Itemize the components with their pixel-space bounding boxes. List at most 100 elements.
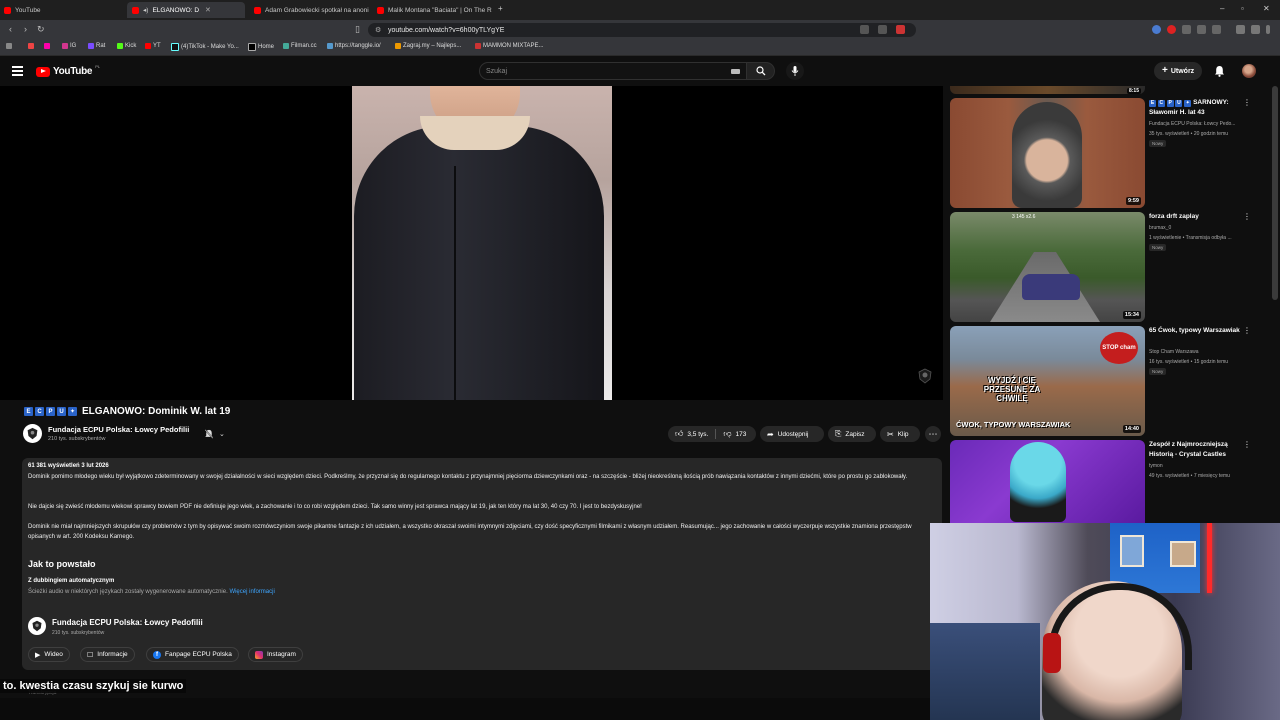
- account-avatar[interactable]: [1242, 64, 1256, 78]
- install-app-icon[interactable]: [860, 25, 869, 34]
- share-button[interactable]: ➦ Udostępnij: [760, 426, 824, 442]
- youtube-logo[interactable]: YouTube PL: [36, 64, 101, 77]
- bookmark-page-icon[interactable]: ▯: [355, 24, 360, 35]
- bookmark-kick[interactable]: Kick: [117, 43, 136, 49]
- related-thumbnail[interactable]: 8:15: [950, 86, 1145, 94]
- maximize-icon[interactable]: ▫: [1241, 4, 1244, 13]
- media-icon[interactable]: [1236, 25, 1245, 34]
- extension-icon[interactable]: [1152, 25, 1161, 34]
- scrollbar[interactable]: [1272, 86, 1278, 300]
- related-channel[interactable]: Fundacja ECPU Polska: Łowcy Pedo...: [1149, 120, 1254, 128]
- close-tab-icon[interactable]: ✕: [205, 6, 211, 14]
- more-options-icon[interactable]: ⋮: [1243, 326, 1251, 335]
- related-thumbnail[interactable]: 9:59: [950, 98, 1145, 208]
- reload-icon[interactable]: ↻: [37, 24, 45, 35]
- browser-tab[interactable]: YouTube: [4, 2, 124, 18]
- more-options-icon[interactable]: ⋮: [1243, 212, 1251, 221]
- notifications-bell-icon[interactable]: [1214, 65, 1225, 77]
- bookmark-tanggle[interactable]: https://tanggle.io/: [327, 43, 381, 49]
- bookmark-icon[interactable]: [44, 43, 50, 49]
- menu-dots-icon[interactable]: [1266, 25, 1270, 34]
- logo-country: PL: [95, 64, 101, 69]
- related-title[interactable]: 65 Ćwok, typowy Warszawiak: [1149, 326, 1244, 336]
- site-info-icon[interactable]: ⚙: [375, 26, 381, 34]
- forward-icon[interactable]: ›: [24, 24, 27, 34]
- minimize-icon[interactable]: –: [1220, 4, 1224, 13]
- new-tab-icon[interactable]: +: [498, 4, 503, 13]
- dislike-button[interactable]: 👎︎ 173: [723, 429, 746, 439]
- extension-icon[interactable]: [896, 25, 905, 34]
- bookmark-zagraj[interactable]: Zagraj.my – Najleps...: [395, 43, 461, 49]
- save-button[interactable]: ⎘ Zapisz: [828, 426, 876, 442]
- related-channel[interactable]: tymon: [1149, 462, 1254, 470]
- bookmark-label: https://tanggle.io/: [335, 43, 381, 49]
- channel-name[interactable]: Fundacja ECPU Polska: Łowcy Pedofilii: [52, 618, 203, 627]
- related-thumbnail[interactable]: STOP cham WYJDŹ I CIĘ PRZESUNĘ ZA CHWILĘ…: [950, 326, 1145, 436]
- bookmark-icon[interactable]: [28, 43, 34, 49]
- menu-icon[interactable]: [12, 66, 23, 78]
- chip-label: Informacje: [97, 651, 128, 658]
- related-thumbnail[interactable]: 3 145 x2.6 15:34: [950, 212, 1145, 322]
- profile-icon[interactable]: [1251, 25, 1260, 34]
- url-field[interactable]: ⚙ youtube.com/watch?v=6h00yTLYgYE: [368, 23, 916, 37]
- facebook-chip[interactable]: f Fanpage ECPU Polska: [146, 647, 239, 662]
- bookmark-yt[interactable]: YT: [145, 43, 161, 49]
- create-button[interactable]: + Utwórz: [1154, 62, 1203, 80]
- search-input[interactable]: Szukaj: [479, 62, 747, 80]
- duration-badge: 15:34: [1122, 311, 1141, 319]
- title-emoji-icon: P: [1166, 99, 1174, 107]
- subscribed-button[interactable]: ⌄: [204, 427, 225, 441]
- channel-avatar[interactable]: [28, 617, 46, 635]
- more-options-icon[interactable]: ⋮: [1243, 440, 1251, 449]
- video-title: E C P U ✦ ELGANOWO: Dominik W. lat 19: [24, 406, 230, 417]
- related-title[interactable]: forza drft zaplay: [1149, 212, 1244, 222]
- tab-label: Adam Grabowiecki spotkał na anoni: [265, 6, 369, 14]
- search-button[interactable]: [747, 62, 775, 80]
- bookmark-label: Home: [258, 44, 275, 50]
- about-chip[interactable]: ☐ Informacje: [80, 647, 135, 662]
- bookmark-rat[interactable]: Rat: [88, 43, 105, 49]
- channel-watermark-icon[interactable]: [918, 368, 932, 384]
- more-actions-button[interactable]: ⋯: [925, 426, 941, 442]
- scissors-icon: ✂: [887, 429, 894, 439]
- back-icon[interactable]: ‹: [9, 24, 12, 34]
- extension-icon[interactable]: [1197, 25, 1206, 34]
- thumbs-down-icon: 👎︎: [723, 429, 732, 438]
- extension-icon[interactable]: [1182, 25, 1191, 34]
- speaker-icon: ◂): [143, 7, 149, 14]
- browser-tab[interactable]: Malik Montana "Baciata" | On The R: [377, 2, 492, 18]
- clip-button[interactable]: ✂ Klip: [880, 426, 920, 442]
- more-info-link[interactable]: Więcej informacji: [229, 589, 274, 595]
- related-title[interactable]: E C P U ✦ SARNOWY: Sławomir H. lat 43: [1149, 98, 1244, 118]
- browser-tab[interactable]: Adam Grabowiecki spotkał na anoni: [254, 2, 369, 18]
- bookmark-home[interactable]: Home: [248, 43, 274, 51]
- video-frame[interactable]: [352, 86, 612, 400]
- bookmark-tiktok[interactable]: (4)TikTok - Make Yo...: [171, 43, 239, 51]
- channel-name[interactable]: Fundacja ECPU Polska: Łowcy Pedofilii: [48, 425, 189, 434]
- browser-tab-active[interactable]: ◂) ELGANOWO: D ✕: [127, 2, 245, 18]
- related-channel[interactable]: Stop Cham Warszawa: [1149, 348, 1254, 356]
- related-channel[interactable]: brumax_0: [1149, 224, 1254, 232]
- bookmark-filman[interactable]: Filman.cc: [283, 43, 317, 49]
- related-thumbnail[interactable]: [950, 440, 1145, 523]
- bookmark-mammon[interactable]: MAMMON MIXTAPE...: [475, 43, 544, 49]
- record-icon[interactable]: [1167, 25, 1176, 34]
- videos-chip[interactable]: ▶ Wideo: [28, 647, 70, 662]
- description-box[interactable]: [22, 458, 942, 670]
- channel-avatar[interactable]: [23, 424, 42, 443]
- close-window-icon[interactable]: ✕: [1263, 4, 1270, 13]
- related-title[interactable]: Zespół z Najmroczniejszą Historią - Crys…: [1149, 440, 1244, 460]
- share-icon[interactable]: [878, 25, 887, 34]
- like-button[interactable]: 👍︎ 3,5 tys.: [675, 429, 708, 439]
- title-emoji-icon: U: [1175, 99, 1183, 107]
- voice-search-button[interactable]: [786, 62, 804, 80]
- divider: [715, 429, 717, 439]
- extension-icon[interactable]: [1212, 25, 1221, 34]
- bookmark-ig[interactable]: IG: [62, 43, 76, 49]
- keyboard-icon[interactable]: [731, 69, 740, 74]
- logo-text: YouTube: [53, 66, 93, 77]
- more-options-icon[interactable]: ⋮: [1243, 98, 1251, 107]
- title-emoji-icon: U: [57, 407, 66, 416]
- apps-icon[interactable]: [6, 43, 12, 49]
- instagram-chip[interactable]: Instagram: [248, 647, 303, 662]
